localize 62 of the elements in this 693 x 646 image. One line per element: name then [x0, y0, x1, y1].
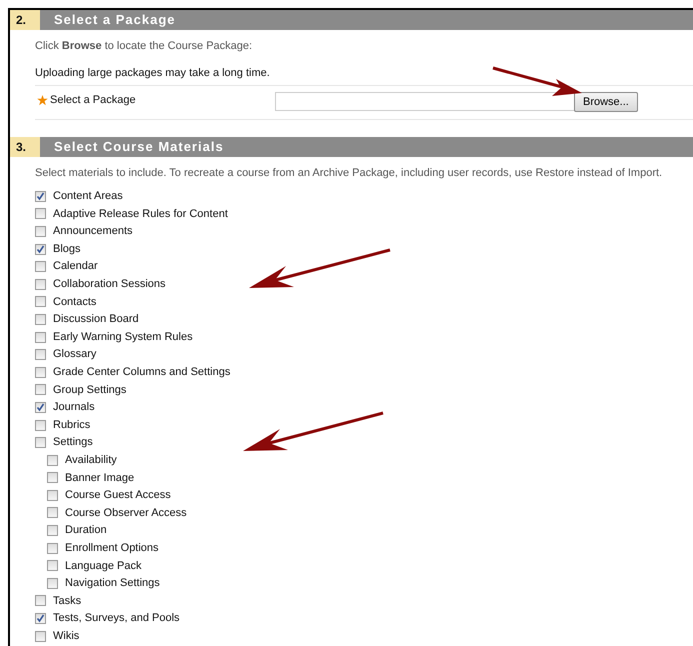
- checkbox[interactable]: [35, 278, 46, 290]
- checkbox-label: Announcements: [53, 224, 132, 240]
- checkbox[interactable]: [35, 296, 46, 308]
- section-number: 3.: [10, 137, 40, 157]
- checkbox[interactable]: [35, 314, 46, 325]
- checkbox[interactable]: [35, 613, 46, 624]
- checkbox-label: Language Pack: [65, 558, 142, 574]
- checkbox[interactable]: [35, 437, 46, 448]
- checkbox-label: Availability: [65, 452, 117, 468]
- checkbox[interactable]: [47, 542, 58, 554]
- field-label: Select a Package: [50, 93, 137, 108]
- checkbox-label: Navigation Settings: [65, 576, 160, 592]
- checkbox-label: Wikis: [53, 628, 80, 644]
- checkbox-label: Blogs: [53, 242, 81, 257]
- checkbox-label: Journals: [53, 400, 95, 416]
- section-title: Select Course Materials: [40, 137, 693, 157]
- checkbox[interactable]: [47, 578, 58, 589]
- checkbox-label: Contacts: [53, 294, 96, 310]
- checkbox-label: Enrollment Options: [65, 540, 159, 556]
- checkbox-label: Grade Center Columns and Settings: [53, 364, 230, 380]
- checkbox[interactable]: [47, 507, 58, 518]
- checkbox-label: Group Settings: [53, 382, 126, 398]
- checkbox[interactable]: [47, 454, 58, 466]
- checkbox-label: Banner Image: [65, 470, 134, 486]
- checkbox[interactable]: [35, 366, 46, 378]
- section-number: 2.: [10, 10, 40, 30]
- checkbox-label: Settings: [53, 435, 93, 450]
- checkbox-label: Early Warning System Rules: [53, 330, 193, 345]
- checkbox[interactable]: [35, 630, 46, 642]
- checkbox-label: Rubrics: [53, 418, 90, 433]
- checkbox-label: Course Guest Access: [65, 488, 171, 504]
- checkbox[interactable]: [35, 332, 46, 343]
- note-text: Uploading large packages may take a long time.: [35, 66, 271, 80]
- section-title: Select a Package: [40, 10, 693, 30]
- checkbox-label: Tasks: [53, 594, 82, 609]
- checkbox-label: Discussion Board: [53, 312, 139, 328]
- checkbox[interactable]: [47, 490, 58, 501]
- checkbox-label: Course Observer Access: [65, 506, 187, 521]
- checkbox-label: Adaptive Release Rules for Content: [53, 206, 228, 222]
- checkbox-label: Tests, Surveys, and Pools: [53, 611, 180, 626]
- browse-button[interactable]: Browse...: [574, 92, 638, 112]
- checkbox[interactable]: [35, 244, 46, 255]
- checkbox[interactable]: [35, 208, 46, 220]
- checkbox[interactable]: [35, 420, 46, 431]
- checkbox[interactable]: [35, 595, 46, 606]
- checkbox[interactable]: [35, 402, 46, 413]
- checkbox[interactable]: [35, 261, 46, 272]
- checkbox[interactable]: [35, 384, 46, 396]
- checkbox[interactable]: [35, 190, 46, 202]
- checkbox[interactable]: [47, 525, 58, 536]
- checkbox-label: Content Areas: [53, 189, 123, 204]
- checkbox[interactable]: [47, 472, 58, 484]
- instruction-text: Click Browse to locate the Course Package:: [35, 39, 254, 54]
- checkbox-label: Duration: [65, 523, 107, 538]
- checkbox-label: Calendar: [53, 259, 98, 274]
- checkbox-label: Glossary: [53, 347, 96, 362]
- checkbox[interactable]: [47, 560, 58, 572]
- checkbox[interactable]: [35, 226, 46, 237]
- checkbox[interactable]: [35, 349, 46, 360]
- file-field[interactable]: [275, 92, 574, 111]
- instruction-text: Select materials to include. To recreate a course from an Archive Package, including user records, use Restore instead of Import.: [35, 166, 664, 181]
- checkbox-label: Collaboration Sessions: [53, 277, 166, 292]
